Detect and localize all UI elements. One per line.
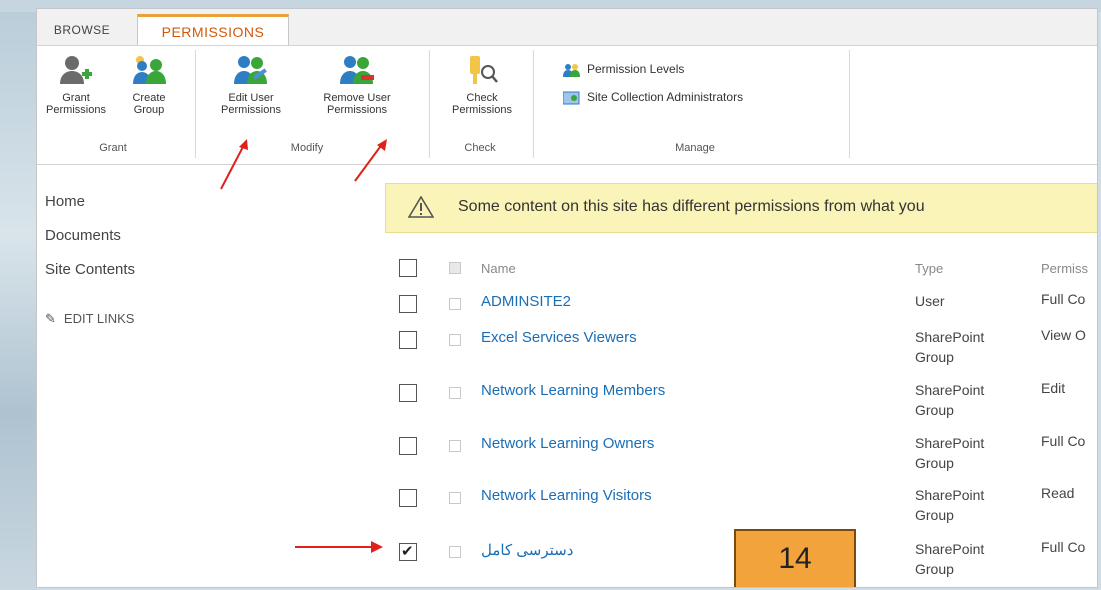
site-collection-administrators-label: Site Collection Administrators: [587, 90, 744, 104]
create-group-button[interactable]: Create Group: [119, 54, 179, 116]
row-type-line-1: SharePoint: [915, 329, 985, 345]
key-magnifier-icon: [464, 54, 500, 86]
ribbon-separator: [849, 50, 850, 158]
row-checkbox[interactable]: [399, 489, 417, 507]
check-permissions-label-1: Check: [466, 92, 498, 104]
create-group-label-2: Group: [133, 104, 165, 116]
row-item-checkbox[interactable]: [449, 440, 461, 452]
pencil-icon: ✎: [45, 311, 56, 326]
site-admins-icon: [562, 91, 581, 105]
row-type-line-1: SharePoint: [915, 435, 985, 451]
row-permission: Read: [1041, 485, 1075, 501]
grant-user-icon: [58, 54, 94, 86]
grant-permissions-label-2: Permissions: [46, 104, 106, 116]
permission-levels-link[interactable]: Permission Levels: [563, 62, 684, 77]
header-item-checkbox[interactable]: [449, 262, 461, 274]
edit-links-button[interactable]: ✎ EDIT LINKS: [45, 311, 134, 327]
row-type-line-2: Group: [915, 561, 954, 577]
create-group-icon: [131, 54, 167, 86]
row-checkbox[interactable]: [399, 437, 417, 455]
create-group-label-1: Create: [132, 92, 166, 104]
row-name-link[interactable]: Excel Services Viewers: [481, 329, 637, 346]
row-type-line-1: SharePoint: [915, 541, 985, 557]
grant-permissions-label-1: Grant: [62, 92, 90, 104]
row-name-link[interactable]: Network Learning Visitors: [481, 487, 652, 504]
grant-permissions-button[interactable]: Grant Permissions: [39, 54, 113, 116]
row-name-link[interactable]: Network Learning Owners: [481, 435, 654, 452]
row-type-line-2: Group: [915, 455, 954, 471]
group-label-grant: Grant: [99, 142, 127, 154]
row-type: User: [915, 293, 945, 309]
edit-user-icon: [233, 54, 269, 86]
sharepoint-window: BROWSE PERMISSIONS Grant Permissions Cre…: [36, 8, 1098, 588]
permission-levels-icon: [563, 63, 581, 77]
row-permission: Full Co: [1041, 433, 1086, 449]
row-type-line-2: Group: [915, 507, 954, 523]
column-header-name[interactable]: Name: [481, 261, 516, 276]
nav-documents[interactable]: Documents: [45, 227, 121, 244]
group-label-manage: Manage: [675, 142, 715, 154]
edit-user-permissions-button[interactable]: Edit User Permissions: [205, 54, 297, 116]
row-checkbox[interactable]: [399, 384, 417, 402]
remove-user-permissions-label-1: Remove User: [323, 92, 391, 104]
tab-browse[interactable]: BROWSE: [37, 15, 127, 45]
check-permissions-label-2: Permissions: [452, 104, 512, 116]
row-item-checkbox[interactable]: [449, 387, 461, 399]
row-permission: Full Co: [1041, 539, 1086, 555]
check-permissions-button[interactable]: Check Permissions: [437, 54, 527, 116]
row-permission: View O: [1041, 327, 1086, 343]
row-checkbox[interactable]: [399, 295, 417, 313]
background-left: [0, 0, 36, 590]
row-item-checkbox[interactable]: [449, 334, 461, 346]
step-number-badge: 14: [734, 529, 856, 587]
edit-user-permissions-label-1: Edit User: [228, 92, 274, 104]
tab-permissions[interactable]: PERMISSIONS: [137, 14, 289, 45]
nav-home[interactable]: Home: [45, 193, 85, 210]
annotation-arrow-icon: [220, 139, 248, 190]
select-all-checkbox[interactable]: [399, 259, 417, 277]
row-name-link[interactable]: Network Learning Members: [481, 382, 665, 399]
nav-site-contents[interactable]: Site Contents: [45, 261, 135, 278]
annotation-arrow-icon: [295, 541, 383, 553]
edit-user-permissions-label-2: Permissions: [221, 104, 281, 116]
remove-user-permissions-label-2: Permissions: [327, 104, 387, 116]
row-checkbox[interactable]: [399, 331, 417, 349]
ribbon-separator: [429, 50, 430, 158]
column-header-type[interactable]: Type: [915, 261, 943, 276]
permissions-warning-banner: Some content on this site has different …: [385, 183, 1097, 233]
warning-icon: [407, 195, 435, 223]
ribbon: Grant Permissions Create Group Grant Edi…: [37, 46, 1097, 165]
row-type-line-1: SharePoint: [915, 382, 985, 398]
row-name-link[interactable]: ADMINSITE2: [481, 293, 571, 310]
row-type-line-1: SharePoint: [915, 487, 985, 503]
site-collection-administrators-link[interactable]: Site Collection Administrators: [562, 90, 744, 105]
row-permission: Edit: [1041, 380, 1066, 396]
ribbon-separator: [195, 50, 196, 158]
column-header-permissions[interactable]: Permiss: [1041, 261, 1088, 276]
row-name-link[interactable]: دسترسی کامل: [481, 541, 573, 559]
row-type-line-2: Group: [915, 402, 954, 418]
remove-user-permissions-button[interactable]: Remove User Permissions: [307, 54, 407, 116]
annotation-arrow-icon: [354, 139, 387, 182]
warning-text: Some content on this site has different …: [458, 198, 925, 215]
permission-levels-label: Permission Levels: [587, 62, 685, 76]
row-item-checkbox[interactable]: [449, 492, 461, 504]
row-checkbox-checked[interactable]: [399, 542, 417, 561]
remove-user-icon: [339, 54, 375, 86]
row-item-checkbox[interactable]: [449, 298, 461, 310]
ribbon-tab-bar: BROWSE PERMISSIONS: [37, 9, 1097, 46]
group-label-check: Check: [464, 142, 496, 154]
ribbon-separator: [533, 50, 534, 158]
row-type-line-2: Group: [915, 349, 954, 365]
row-item-checkbox[interactable]: [449, 546, 461, 558]
row-permission: Full Co: [1041, 291, 1086, 307]
edit-links-label: EDIT LINKS: [63, 311, 135, 326]
